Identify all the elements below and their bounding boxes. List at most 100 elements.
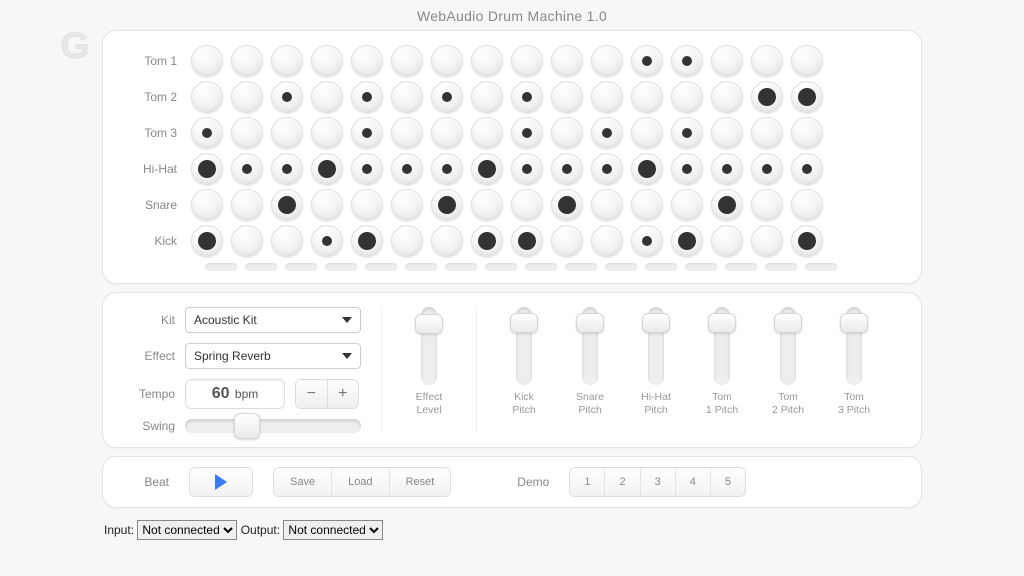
step-button[interactable] xyxy=(311,45,343,77)
step-button[interactable] xyxy=(711,81,743,113)
step-button[interactable] xyxy=(431,45,463,77)
step-button[interactable] xyxy=(391,45,423,77)
step-button[interactable] xyxy=(631,153,663,185)
step-button[interactable] xyxy=(431,225,463,257)
slider-thumb[interactable] xyxy=(642,313,670,333)
step-button[interactable] xyxy=(431,81,463,113)
step-button[interactable] xyxy=(551,225,583,257)
step-button[interactable] xyxy=(751,153,783,185)
step-button[interactable] xyxy=(231,225,263,257)
step-button[interactable] xyxy=(671,81,703,113)
load-button[interactable]: Load xyxy=(332,468,389,496)
slider-track[interactable] xyxy=(516,307,532,385)
tempo-decrease-button[interactable]: − xyxy=(296,380,328,408)
step-button[interactable] xyxy=(191,81,223,113)
kit-select[interactable]: Acoustic Kit xyxy=(185,307,361,333)
step-button[interactable] xyxy=(431,153,463,185)
step-button[interactable] xyxy=(511,153,543,185)
step-button[interactable] xyxy=(231,117,263,149)
step-button[interactable] xyxy=(351,225,383,257)
step-button[interactable] xyxy=(631,81,663,113)
step-button[interactable] xyxy=(711,153,743,185)
step-button[interactable] xyxy=(231,153,263,185)
swing-slider[interactable] xyxy=(185,419,361,433)
step-button[interactable] xyxy=(791,189,823,221)
step-button[interactable] xyxy=(751,81,783,113)
step-button[interactable] xyxy=(191,153,223,185)
step-button[interactable] xyxy=(591,225,623,257)
slider-track[interactable] xyxy=(714,307,730,385)
demo-button[interactable]: 1 xyxy=(570,468,605,496)
step-button[interactable] xyxy=(351,189,383,221)
step-button[interactable] xyxy=(511,117,543,149)
step-button[interactable] xyxy=(791,45,823,77)
step-button[interactable] xyxy=(191,225,223,257)
step-button[interactable] xyxy=(591,117,623,149)
slider-track[interactable] xyxy=(648,307,664,385)
step-button[interactable] xyxy=(431,117,463,149)
step-button[interactable] xyxy=(471,153,503,185)
step-button[interactable] xyxy=(391,81,423,113)
step-button[interactable] xyxy=(391,225,423,257)
step-button[interactable] xyxy=(191,45,223,77)
step-button[interactable] xyxy=(271,45,303,77)
step-button[interactable] xyxy=(711,189,743,221)
step-button[interactable] xyxy=(551,117,583,149)
step-button[interactable] xyxy=(711,225,743,257)
step-button[interactable] xyxy=(551,45,583,77)
step-button[interactable] xyxy=(751,225,783,257)
step-button[interactable] xyxy=(311,117,343,149)
step-button[interactable] xyxy=(351,117,383,149)
step-button[interactable] xyxy=(751,45,783,77)
step-button[interactable] xyxy=(431,189,463,221)
step-button[interactable] xyxy=(471,81,503,113)
step-button[interactable] xyxy=(631,225,663,257)
step-button[interactable] xyxy=(391,153,423,185)
step-button[interactable] xyxy=(471,225,503,257)
step-button[interactable] xyxy=(351,45,383,77)
slider-track[interactable] xyxy=(582,307,598,385)
slider-track[interactable] xyxy=(421,307,437,385)
slider-track[interactable] xyxy=(846,307,862,385)
step-button[interactable] xyxy=(391,117,423,149)
demo-button[interactable]: 4 xyxy=(676,468,711,496)
step-button[interactable] xyxy=(391,189,423,221)
step-button[interactable] xyxy=(591,45,623,77)
step-button[interactable] xyxy=(551,81,583,113)
step-button[interactable] xyxy=(791,153,823,185)
step-button[interactable] xyxy=(671,225,703,257)
slider-thumb[interactable] xyxy=(708,313,736,333)
slider-thumb[interactable] xyxy=(840,313,868,333)
step-button[interactable] xyxy=(591,189,623,221)
step-button[interactable] xyxy=(271,81,303,113)
step-button[interactable] xyxy=(231,81,263,113)
step-button[interactable] xyxy=(471,45,503,77)
step-button[interactable] xyxy=(751,117,783,149)
effect-select[interactable]: Spring Reverb xyxy=(185,343,361,369)
step-button[interactable] xyxy=(511,81,543,113)
slider-thumb[interactable] xyxy=(774,313,802,333)
tempo-increase-button[interactable]: + xyxy=(328,380,359,408)
step-button[interactable] xyxy=(231,189,263,221)
step-button[interactable] xyxy=(191,189,223,221)
step-button[interactable] xyxy=(191,117,223,149)
step-button[interactable] xyxy=(511,225,543,257)
step-button[interactable] xyxy=(671,153,703,185)
step-button[interactable] xyxy=(311,153,343,185)
step-button[interactable] xyxy=(751,189,783,221)
step-button[interactable] xyxy=(671,189,703,221)
step-button[interactable] xyxy=(351,81,383,113)
step-button[interactable] xyxy=(271,225,303,257)
demo-button[interactable]: 5 xyxy=(711,468,745,496)
step-button[interactable] xyxy=(471,189,503,221)
slider-track[interactable] xyxy=(780,307,796,385)
step-button[interactable] xyxy=(591,153,623,185)
demo-button[interactable]: 3 xyxy=(641,468,676,496)
step-button[interactable] xyxy=(671,117,703,149)
step-button[interactable] xyxy=(711,117,743,149)
step-button[interactable] xyxy=(551,153,583,185)
step-button[interactable] xyxy=(671,45,703,77)
swing-thumb[interactable] xyxy=(234,413,260,439)
step-button[interactable] xyxy=(791,81,823,113)
midi-output-select[interactable]: Not connected xyxy=(283,520,383,540)
